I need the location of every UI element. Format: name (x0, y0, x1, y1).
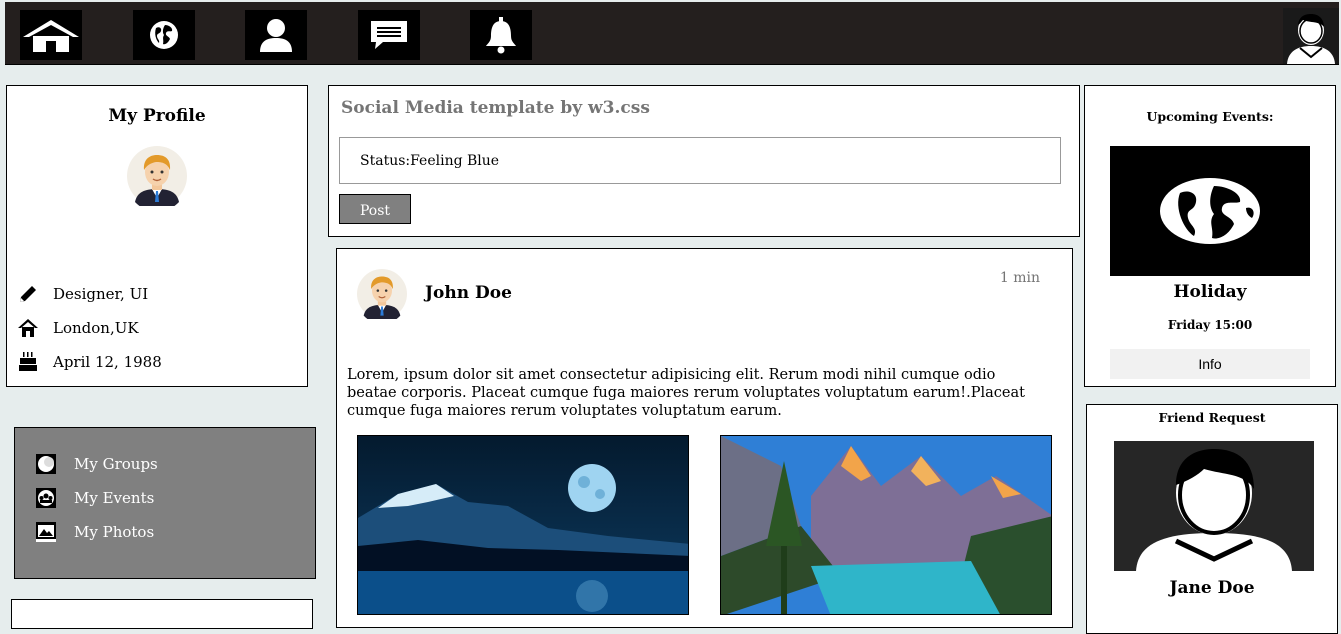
home-icon (17, 318, 39, 338)
profile-birthday-text: April 12, 1988 (53, 353, 162, 371)
post-body-text: Lorem, ipsum dolor sit amet consectetur … (347, 367, 1025, 419)
accordion-menu: My Groups My Events My Photos (14, 427, 316, 579)
event-image (1110, 146, 1310, 276)
menu-item-label: My Photos (74, 523, 155, 541)
nav-notifications-button[interactable] (470, 10, 532, 60)
profile-location-text: London,UK (53, 319, 139, 337)
events-title: Upcoming Events: (1146, 109, 1274, 124)
mountain-lake-image (721, 436, 1051, 614)
message-icon (371, 21, 407, 49)
post-button[interactable]: Post (339, 194, 411, 224)
top-navbar (5, 2, 1339, 65)
moon-lake-image (358, 436, 688, 614)
profile-avatar (127, 146, 187, 212)
menu-item-label: My Events (74, 489, 155, 507)
globe-icon (150, 21, 178, 49)
status-input[interactable] (339, 137, 1061, 184)
menu-item-label: My Groups (74, 455, 158, 473)
friend-request-card: Friend Request Jane Doe (1086, 404, 1338, 634)
circle-icon (35, 454, 57, 474)
nav-messages-button[interactable] (358, 10, 420, 60)
avatar-icon (1114, 441, 1314, 571)
birthday-cake-icon (17, 352, 39, 372)
home-icon (23, 20, 79, 52)
event-info-button[interactable]: Info (1110, 349, 1310, 379)
events-icon (35, 488, 57, 508)
composer-title: Social Media template by w3.css (341, 98, 650, 118)
friend-request-avatar[interactable] (1114, 441, 1314, 571)
moon-lake-photo[interactable] (357, 435, 689, 615)
left-bottom-card (11, 599, 313, 629)
mountain-lake-photo[interactable] (720, 435, 1052, 615)
pencil-icon (17, 284, 39, 304)
profile-info-birthday: April 12, 1988 (17, 352, 162, 372)
friend-request-name: Jane Doe (1169, 578, 1255, 598)
avatar-icon (127, 146, 187, 212)
post-author-name: John Doe (425, 283, 512, 303)
post-author-avatar (357, 269, 407, 324)
status-composer: Social Media template by w3.css Post (328, 85, 1080, 237)
menu-item-my-photos[interactable]: My Photos (35, 522, 154, 542)
nav-globe-button[interactable] (133, 10, 195, 60)
avatar-icon (1283, 8, 1339, 64)
post-timestamp: 1 min (999, 270, 1040, 286)
user-icon (260, 19, 292, 52)
profile-info-location: London,UK (17, 318, 139, 338)
profile-card: My Profile Designer, UI London,UK April … (6, 85, 308, 387)
menu-item-my-events[interactable]: My Events (35, 488, 154, 508)
globe-icon (1110, 146, 1310, 276)
nav-home-button[interactable] (20, 10, 82, 60)
profile-title: My Profile (108, 106, 206, 126)
avatar-icon (357, 269, 407, 324)
event-time: Friday 15:00 (1167, 318, 1253, 332)
friend-request-title: Friend Request (1158, 410, 1266, 425)
profile-info-job: Designer, UI (17, 284, 148, 304)
menu-item-my-groups[interactable]: My Groups (35, 454, 158, 474)
bell-icon (486, 17, 516, 54)
event-name: Holiday (1173, 282, 1247, 302)
account-avatar-button[interactable] (1283, 8, 1339, 64)
post-card: John Doe 1 min Lorem, ipsum dolor sit am… (336, 248, 1073, 628)
upcoming-events-card: Upcoming Events: Holiday Friday 15:00 In… (1084, 85, 1336, 387)
nav-profile-button[interactable] (245, 10, 307, 60)
profile-job-text: Designer, UI (53, 285, 149, 303)
photo-icon (35, 522, 57, 542)
